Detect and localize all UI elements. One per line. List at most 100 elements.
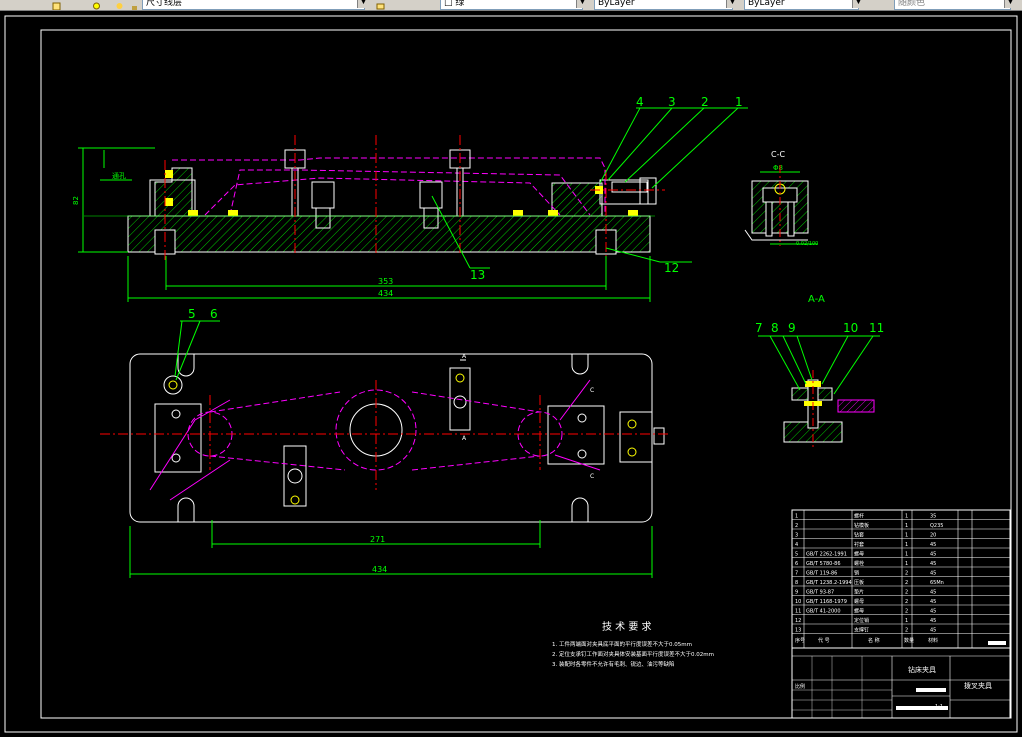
bom-cell-code: GB/T 5780-86 bbox=[806, 561, 841, 567]
bom-cell-qty: 2 bbox=[905, 599, 908, 605]
balloon-1: 1 bbox=[735, 95, 743, 109]
balloon-8: 8 bbox=[771, 321, 779, 335]
bom-cell-qty: 2 bbox=[905, 627, 908, 633]
bom-cell-name: 螺母 bbox=[854, 550, 864, 557]
section-cc-title: C-C bbox=[771, 150, 785, 159]
bom-cell-no: 13 bbox=[795, 627, 801, 633]
sun-icon[interactable] bbox=[115, 0, 124, 9]
bom-cell-no: 9 bbox=[795, 589, 798, 595]
toolbar: 尺寸线层 ▼ □ 绿 ▼ ByLayer ▼ ByLayer ▼ 随颜色 ▼ bbox=[0, 0, 1022, 11]
bom-cell-no: 11 bbox=[795, 608, 801, 614]
front-left-note: 通孔 bbox=[112, 171, 126, 180]
linetype-name: ByLayer bbox=[598, 0, 635, 8]
bom-cell-qty: 2 bbox=[905, 580, 908, 586]
bom-cell-name: 定位销 bbox=[854, 617, 869, 624]
bom-cell-qty: 1 bbox=[905, 561, 908, 567]
lineweight-dropdown[interactable]: ByLayer bbox=[744, 0, 859, 10]
outer-frame bbox=[4, 15, 1018, 733]
bom-cell-name: 钻套 bbox=[854, 531, 864, 538]
bom-cell-name: 销 bbox=[854, 569, 859, 576]
bom-cell-mat: 65Mn bbox=[930, 580, 944, 586]
bom-cell-qty: 1 bbox=[905, 523, 908, 529]
balloon-11: 11 bbox=[869, 321, 884, 335]
lightbulb-icon[interactable] bbox=[92, 0, 101, 10]
color-dropdown[interactable]: □ 绿 bbox=[440, 0, 583, 10]
bom-cell-qty: 2 bbox=[905, 608, 908, 614]
bom-cell-qty: 1 bbox=[905, 551, 908, 557]
plan-dim-outer: 434 bbox=[372, 565, 387, 574]
layer-dropdown[interactable]: 尺寸线层 bbox=[142, 0, 365, 10]
bom-cell-code: GB/T 119-86 bbox=[806, 570, 837, 576]
bom-cell-name: 螺杆 bbox=[854, 512, 864, 519]
bom-cell-mat: 45 bbox=[930, 551, 936, 557]
bom-header-no: 序号 bbox=[795, 637, 805, 644]
lineweight-dropdown-arrow[interactable]: ▼ bbox=[852, 0, 864, 8]
balloon-2: 2 bbox=[701, 95, 709, 109]
bom-cell-no: 12 bbox=[795, 618, 801, 624]
plotstyle-dropdown-arrow[interactable]: ▼ bbox=[1004, 0, 1016, 8]
tech-requirements: 技 术 要 求 1. 工件两端面对夹具底平面的平行度误差不大于0.05mm 2.… bbox=[552, 620, 714, 668]
balloon-13: 13 bbox=[470, 268, 485, 282]
bom-cell-qty: 2 bbox=[905, 589, 908, 595]
bom-cell-qty: 1 bbox=[905, 513, 908, 519]
tech-req-item-2: 2. 定位支承钉工作面对夹具体安装基面平行度误差不大于0.02mm bbox=[552, 650, 714, 658]
title-block-drawing: 拨叉夹具 bbox=[964, 681, 992, 690]
drawing-canvas[interactable]: 82 通孔 353 434 4 3 2 1 13 12 C-C Φ8 0.02/… bbox=[0, 11, 1022, 737]
bom-cell-no: 8 bbox=[795, 580, 798, 586]
layer-dropdown-arrow[interactable]: ▼ bbox=[357, 0, 369, 8]
balloon-7: 7 bbox=[755, 321, 763, 335]
balloon-12: 12 bbox=[664, 261, 679, 275]
section-cc-dim: Φ8 bbox=[773, 164, 783, 172]
lock-icon[interactable] bbox=[130, 0, 139, 10]
bom-cell-qty: 1 bbox=[905, 532, 908, 538]
section-mark-a2: A bbox=[462, 435, 467, 442]
bom-cell-mat: 35 bbox=[930, 513, 936, 519]
color-name: □ 绿 bbox=[444, 0, 465, 8]
linetype-dropdown-arrow[interactable]: ▼ bbox=[726, 0, 738, 8]
bom-cell-qty: 1 bbox=[905, 618, 908, 624]
bom-cell-code: GB/T 1238.2-1994 bbox=[806, 580, 852, 586]
section-aa: A-A 7 8 9 10 11 bbox=[755, 294, 884, 448]
lineweight-name: ByLayer bbox=[748, 0, 785, 8]
plotstyle-dropdown[interactable]: 随颜色 bbox=[894, 0, 1011, 10]
front-dim-outer: 434 bbox=[378, 289, 393, 298]
bom-cell-mat: 45 bbox=[930, 599, 936, 605]
tech-req-item-3: 3. 装配时各零件不允许有毛刺、锐边、油污等缺陷 bbox=[552, 660, 675, 668]
bom-cell-name: 钻模板 bbox=[854, 522, 869, 529]
balloon-9: 9 bbox=[788, 321, 796, 335]
section-cc: C-C Φ8 0.02/100 bbox=[744, 150, 818, 247]
front-view: 82 通孔 353 434 4 3 2 1 13 12 bbox=[72, 95, 748, 302]
bom-cell-no: 6 bbox=[795, 561, 798, 567]
bom-cell-code: GB/T 41-2000 bbox=[806, 608, 841, 614]
bom-cell-mat: 45 bbox=[930, 627, 936, 633]
bom-cell-mat: 45 bbox=[930, 608, 936, 614]
front-height-dim: 82 bbox=[72, 196, 80, 205]
tech-req-item-1: 1. 工件两端面对夹具底平面的平行度误差不大于0.05mm bbox=[552, 640, 692, 648]
linetype-dropdown[interactable]: ByLayer bbox=[594, 0, 733, 10]
bom-cell-name: 支撑钉 bbox=[854, 626, 869, 633]
drawing-svg[interactable]: 82 通孔 353 434 4 3 2 1 13 12 C-C Φ8 0.02/… bbox=[0, 11, 1022, 737]
bom-cell-qty: 1 bbox=[905, 542, 908, 548]
bom-cell-name: 螺母 bbox=[854, 607, 864, 614]
make-current-layer-icon[interactable] bbox=[376, 0, 385, 10]
balloon-5: 5 bbox=[188, 307, 196, 321]
bom-header-mat: 材料 bbox=[928, 637, 938, 644]
layer-state-icon[interactable] bbox=[52, 0, 61, 10]
bom-header-qty: 数量 bbox=[904, 637, 914, 644]
plotstyle-name: 随颜色 bbox=[898, 0, 926, 8]
bom-cell-qty: 2 bbox=[905, 570, 908, 576]
balloon-4: 4 bbox=[636, 95, 644, 109]
bom-cell-mat: 20 bbox=[930, 532, 936, 538]
front-dim-inner: 353 bbox=[378, 277, 393, 286]
bom-cell-mat: Q235 bbox=[930, 523, 943, 529]
bom-cell-no: 10 bbox=[795, 599, 801, 605]
bom-cell-name: 螺母 bbox=[854, 598, 864, 605]
bom-cell-mat: 45 bbox=[930, 618, 936, 624]
color-dropdown-arrow[interactable]: ▼ bbox=[576, 0, 588, 8]
bom-cell-code: GB/T 2262-1991 bbox=[806, 551, 847, 557]
bom-cell-no: 5 bbox=[795, 551, 798, 557]
section-mark-c1: C bbox=[590, 387, 594, 394]
bom-cell-name: 压板 bbox=[854, 579, 864, 586]
layer-name: 尺寸线层 bbox=[146, 0, 183, 8]
bom-cell-name: 衬套 bbox=[854, 541, 864, 548]
